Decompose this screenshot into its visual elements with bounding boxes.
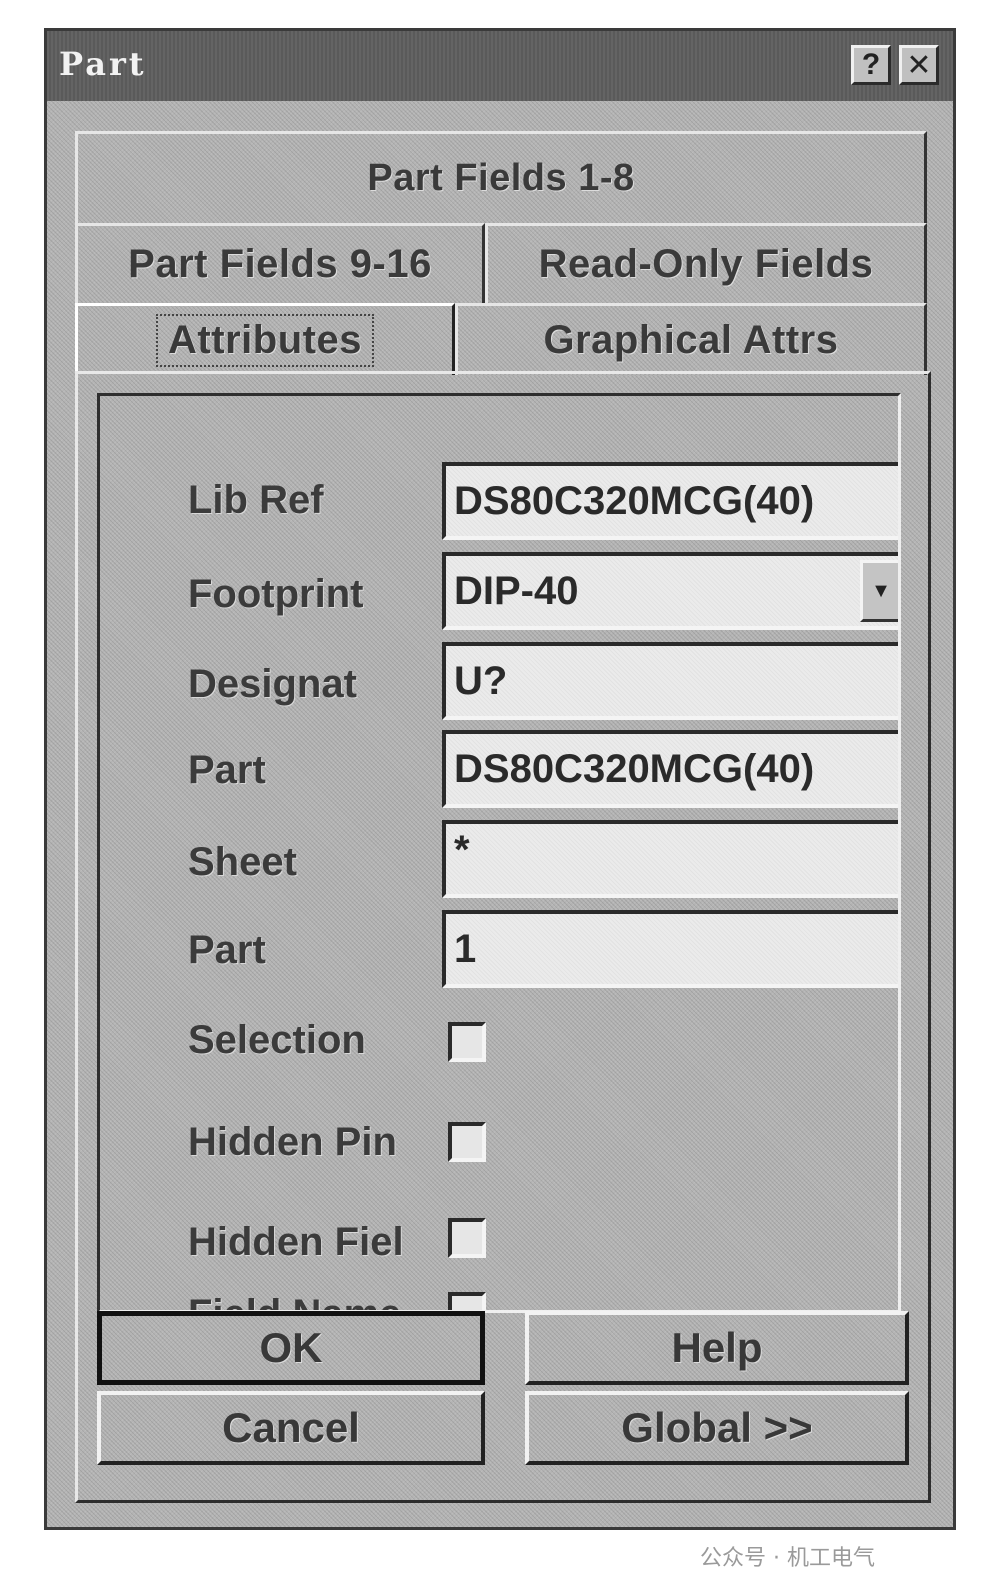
tab-label: Part Fields 1-8: [367, 157, 635, 199]
field-names-checkbox[interactable]: [448, 1292, 486, 1310]
footprint-select[interactable]: DIP-40 ▼: [442, 552, 898, 630]
window-title: Part: [59, 45, 147, 83]
tab-label: Attributes: [156, 314, 374, 367]
sheet-input[interactable]: *: [442, 820, 898, 898]
lib-ref-label: Lib Ref: [188, 478, 324, 522]
designator-label: Designat: [188, 662, 357, 706]
hidden-pins-checkbox[interactable]: [448, 1122, 486, 1162]
part-dialog: Part ? ✕ Part Fields 1-8 Part Fields 9-1…: [44, 28, 956, 1530]
tab-part-fields-1-8[interactable]: Part Fields 1-8: [75, 131, 927, 223]
watermark-text: 公众号 · 机工电气: [700, 1546, 875, 1571]
chevron-down-icon[interactable]: ▼: [860, 560, 898, 622]
lib-ref-input[interactable]: DS80C320MCG(40): [442, 462, 898, 540]
title-bar[interactable]: Part ? ✕: [47, 31, 953, 101]
global-button[interactable]: Global >>: [525, 1391, 909, 1465]
tab-label: Graphical Attrs: [543, 318, 839, 362]
part-type-input[interactable]: DS80C320MCG(40): [442, 730, 898, 808]
field-names-label: Field Name: [188, 1292, 401, 1310]
hidden-fields-checkbox[interactable]: [448, 1218, 486, 1258]
tab-attributes[interactable]: Attributes: [75, 303, 455, 375]
attributes-group: Lib Ref DS80C320MCG(40) Footprint DIP-40…: [97, 393, 901, 1313]
footprint-value: DIP-40: [454, 568, 579, 613]
tab-graphical-attrs[interactable]: Graphical Attrs: [455, 303, 927, 375]
tab-label: Read-Only Fields: [538, 242, 874, 286]
part-number-label: Part: [188, 928, 266, 972]
tab-read-only-fields[interactable]: Read-Only Fields: [485, 223, 927, 303]
help-icon[interactable]: ?: [851, 45, 891, 85]
sheet-label: Sheet: [188, 840, 297, 884]
tab-part-fields-9-16[interactable]: Part Fields 9-16: [75, 223, 485, 303]
ok-button[interactable]: OK: [97, 1311, 485, 1385]
part-type-label: Part: [188, 748, 266, 792]
hidden-fields-label: Hidden Fiel: [188, 1220, 404, 1264]
selection-label: Selection: [188, 1018, 366, 1062]
selection-checkbox[interactable]: [448, 1022, 486, 1062]
tab-label: Part Fields 9-16: [128, 242, 432, 286]
cancel-button[interactable]: Cancel: [97, 1391, 485, 1465]
footprint-label: Footprint: [188, 572, 364, 616]
designator-input[interactable]: U?: [442, 642, 898, 720]
help-button[interactable]: Help: [525, 1311, 909, 1385]
close-icon[interactable]: ✕: [899, 45, 939, 85]
part-number-input[interactable]: 1: [442, 910, 898, 988]
hidden-pins-label: Hidden Pin: [188, 1120, 397, 1164]
